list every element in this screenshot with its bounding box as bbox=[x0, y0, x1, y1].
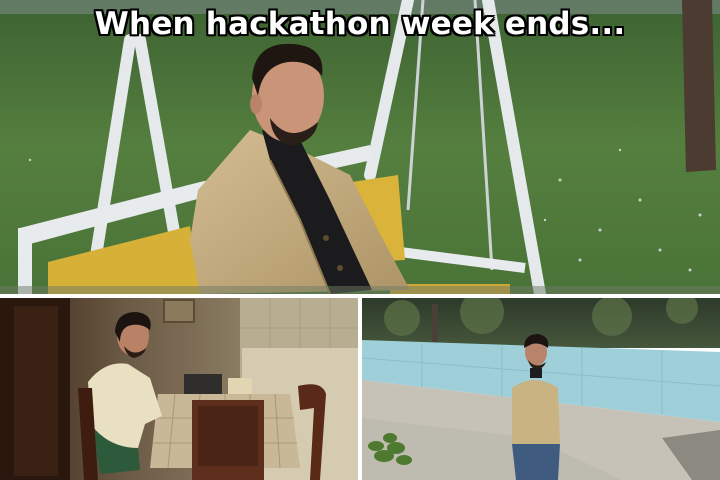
swing-scene-image bbox=[0, 0, 720, 294]
photo-panel-table bbox=[0, 298, 358, 480]
table-scene-image bbox=[0, 298, 358, 480]
pool-scene-image bbox=[362, 298, 720, 480]
photo-panel-pool bbox=[362, 298, 720, 480]
photo-panel-swing bbox=[0, 0, 720, 294]
meme-caption: When hackathon week ends... bbox=[94, 6, 626, 42]
